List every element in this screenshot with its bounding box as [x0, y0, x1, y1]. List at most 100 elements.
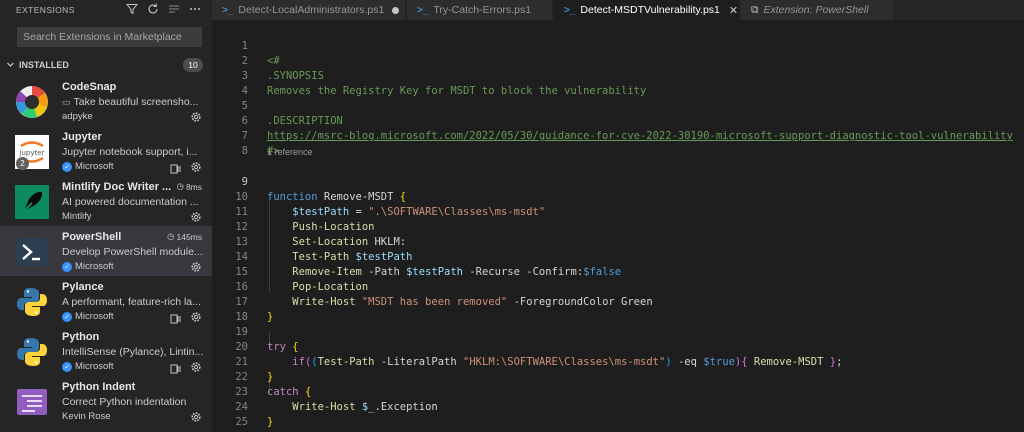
extension-publisher: Kevin Rose [62, 411, 111, 422]
gear-icon[interactable] [190, 310, 202, 322]
extension-name: Jupyter [62, 131, 102, 143]
verified-publisher-icon: ✓ [62, 361, 72, 372]
tab-extension-powershell[interactable]: ⧉ Extension: PowerShell [741, 0, 895, 20]
extension-name: PowerShell [62, 231, 122, 243]
extension-item-python-indent[interactable]: Python Indent Correct Python indentation… [0, 376, 212, 426]
extension-publisher: Microsoft [75, 361, 114, 372]
extension-name: Mintlify Doc Writer ... [62, 181, 172, 193]
refresh-icon[interactable] [146, 2, 160, 16]
gear-icon[interactable] [190, 110, 202, 122]
clock-icon: ◷ [176, 181, 184, 191]
extension-publisher: Microsoft [75, 161, 114, 172]
extension-count-badge: 2 [16, 157, 29, 170]
powershell-logo-icon [15, 235, 49, 269]
tab-detect-msdt-vulnerability[interactable]: >_ Detect-MSDTVulnerability.ps1 ✕ [554, 0, 740, 20]
extension-description: Jupyter notebook support, i... [62, 146, 198, 158]
activation-time-value: 8ms [185, 181, 202, 192]
clear-results-icon[interactable] [167, 2, 181, 16]
activation-time-value: 145ms [176, 231, 202, 242]
sync-ignored-icon[interactable] [170, 161, 182, 174]
code-line: 2 .SYNOPSIS [212, 39, 1024, 82]
extension-name: Pylance [62, 281, 104, 293]
more-actions-icon[interactable] [188, 2, 202, 16]
gear-icon[interactable] [190, 410, 202, 422]
powershell-file-icon: >_ [564, 4, 576, 16]
extension-item-pylance[interactable]: Pylance A performant, feature-rich la...… [0, 276, 212, 326]
python-logo-icon [15, 335, 49, 369]
chevron-down-icon [6, 60, 16, 71]
activation-time: ◷ 145ms [167, 231, 202, 242]
tab-label: Try-Catch-Errors.ps1 [433, 4, 532, 16]
code-line: 12 Set-Location HKLM: [212, 205, 1024, 248]
extension-publisher: Mintlify [62, 211, 92, 222]
code-line: 3 Removes the Registry Key for MSDT to b… [212, 54, 1024, 97]
code-line: 15 Pop-Location [212, 250, 1024, 293]
gear-icon[interactable] [190, 160, 202, 172]
extensions-icon: ⧉ [751, 3, 759, 16]
tab-try-catch-errors[interactable]: >_ Try-Catch-Errors.ps1 [407, 0, 553, 20]
extension-name: Python [62, 331, 100, 343]
extension-publisher: Microsoft [75, 311, 114, 322]
code-line: 7 #> [212, 114, 1024, 157]
tab-detect-local-administrators[interactable]: >_ Detect-LocalAdministrators.ps1 [212, 0, 406, 20]
code-line: 17 } [212, 280, 1024, 323]
extension-description: IntelliSense (Pylance), Lintin... [62, 346, 204, 358]
activation-time: ◷ 8ms [177, 181, 202, 192]
extension-search-input[interactable]: Search Extensions in Marketplace [17, 27, 202, 47]
clock-icon: ◷ [167, 231, 175, 241]
code-line: 6 https://msrc-blog.microsoft.com/2022/0… [212, 99, 1024, 142]
extension-description: AI powered documentation ... [62, 196, 199, 208]
code-line: 20 if((Test-Path -LiteralPath "HKLM:\SOF… [212, 325, 1024, 368]
extension-description-text: Take beautiful screensho... [73, 96, 199, 108]
python-logo-icon [15, 285, 49, 319]
powershell-file-icon: >_ [222, 4, 234, 16]
code-line: 18 [212, 295, 1024, 323]
code-line: 1 <# [212, 24, 1024, 67]
code-line: 16 Write-Host "MSDT has been removed" -F… [212, 265, 1024, 308]
sidebar-actions [125, 2, 202, 16]
code-line: 11 Push-Location [212, 190, 1024, 233]
unsaved-dot-icon[interactable] [392, 6, 400, 14]
code-line: 21 } [212, 340, 1024, 383]
code-line: 9 function Remove-MSDT { [212, 160, 1024, 203]
extension-item-python[interactable]: Python IntelliSense (Pylance), Lintin...… [0, 326, 212, 376]
filter-icon[interactable] [125, 2, 139, 16]
tab-label: Detect-MSDTVulnerability.ps1 [580, 4, 720, 16]
sync-ignored-icon[interactable] [170, 311, 182, 324]
extension-publisher: adpyke [62, 111, 93, 122]
extension-description: A performant, feature-rich la... [62, 296, 201, 308]
gear-icon[interactable] [190, 360, 202, 372]
extension-description: ▭ Take beautiful screensho... [62, 96, 204, 108]
code-line: 23 Write-Host $_.Exception [212, 370, 1024, 413]
code-editor[interactable]: 1 <# 2 .SYNOPSIS 3 Removes the Registry … [212, 20, 1024, 432]
code-line: 8 [212, 129, 1024, 157]
svg-text:jupyter: jupyter [19, 149, 45, 157]
gear-icon[interactable] [190, 210, 202, 222]
extension-item-powershell[interactable]: PowerShell ◷ 145ms Develop PowerShell mod… [0, 226, 212, 276]
extension-publisher-row: ✓ Microsoft [62, 361, 114, 372]
gear-icon[interactable] [190, 260, 202, 272]
extension-item-codesnap[interactable]: CodeSnap ▭ Take beautiful screensho... ad… [0, 76, 212, 126]
tab-label: Detect-LocalAdministrators.ps1 [238, 4, 385, 16]
extension-publisher-row: ✓ Microsoft [62, 311, 114, 322]
extension-description: Develop PowerShell module... [62, 246, 203, 258]
powershell-file-icon: >_ [417, 4, 429, 16]
extension-publisher: Microsoft [75, 261, 114, 272]
sync-ignored-icon[interactable] [170, 361, 182, 374]
verified-publisher-icon: ✓ [62, 161, 72, 172]
installed-label: INSTALLED [19, 60, 69, 70]
installed-section-header[interactable]: INSTALLED 10 [0, 56, 212, 74]
extension-item-mintlify[interactable]: Mintlify Doc Writer ... ◷ 8ms AI powered … [0, 176, 212, 226]
code-line: 5 .DESCRIPTION [212, 84, 1024, 127]
verified-publisher-icon: ✓ [62, 311, 72, 322]
mintlify-logo-icon [15, 185, 49, 219]
code-line: 22 catch { [212, 355, 1024, 398]
extension-item-jupyter[interactable]: jupyter 2 Jupyter Jupyter notebook suppo… [0, 126, 212, 176]
codelens-references[interactable]: 1 reference [267, 145, 313, 160]
extension-description: Correct Python indentation [62, 396, 187, 408]
code-line: 24 } [212, 385, 1024, 428]
line-content: } [267, 416, 274, 428]
code-line: 4 [212, 69, 1024, 97]
verified-publisher-icon: ✓ [62, 261, 72, 272]
close-icon[interactable]: ✕ [729, 4, 738, 17]
